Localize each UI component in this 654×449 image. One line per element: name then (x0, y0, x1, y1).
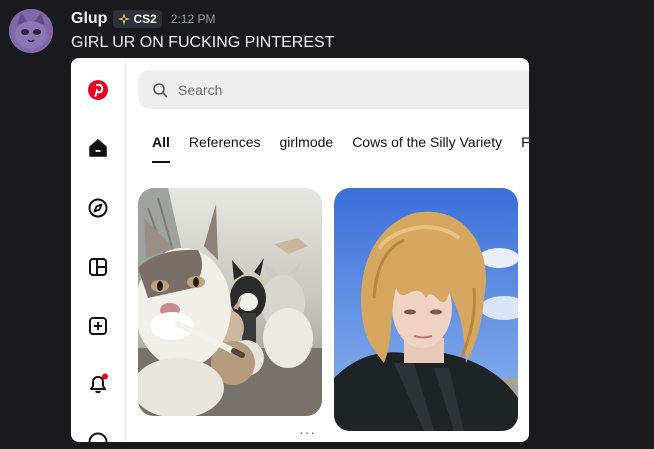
tab-girlmode[interactable]: girlmode (279, 134, 333, 156)
sparkle-icon (118, 13, 131, 25)
tab-truncated[interactable]: Fu (521, 134, 529, 156)
guild-tag-badge[interactable]: CS2 (113, 10, 162, 28)
pin-card[interactable] (138, 188, 322, 416)
home-icon[interactable] (84, 134, 112, 162)
timestamp: 2:12 PM (170, 12, 216, 26)
pinterest-sidebar (71, 58, 126, 442)
guild-tag-label: CS2 (133, 12, 157, 26)
messages-icon[interactable] (84, 428, 112, 442)
attached-screenshot[interactable]: All References girlmode Cows of the Sill… (71, 58, 529, 442)
avatar[interactable] (9, 9, 53, 53)
message-header: Glup CS2 2:12 PM (71, 9, 215, 29)
tab-all[interactable]: All (152, 134, 170, 163)
search-input[interactable] (176, 80, 480, 99)
search-bar[interactable] (138, 70, 529, 109)
search-icon (153, 82, 168, 97)
message-text: GIRL UR ON FUCKING PINTEREST (71, 34, 335, 51)
create-icon[interactable] (84, 312, 112, 340)
tab-cows-of-the-silly-variety[interactable]: Cows of the Silly Variety (352, 134, 502, 156)
notifications-icon[interactable] (84, 370, 112, 398)
board-filter-tabs: All References girlmode Cows of the Sill… (152, 134, 529, 163)
username[interactable]: Glup (71, 10, 107, 28)
more-options-indicator[interactable]: ··· (299, 424, 316, 440)
boards-icon[interactable] (84, 253, 112, 281)
tab-references[interactable]: References (189, 134, 261, 156)
cat-avatar-icon (9, 9, 53, 53)
explore-icon[interactable] (84, 194, 112, 222)
pinterest-logo-icon[interactable] (84, 76, 112, 104)
portrait-photo-image (334, 188, 518, 431)
cat-photo-image (138, 188, 322, 416)
pin-card[interactable] (334, 188, 518, 431)
